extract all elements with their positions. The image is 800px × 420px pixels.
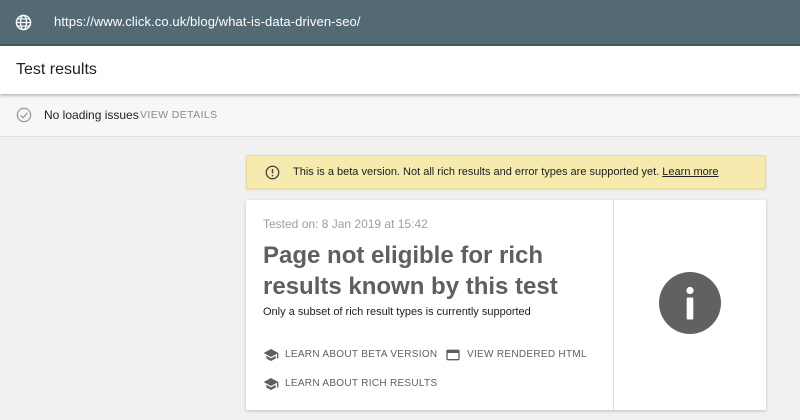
- check-circle-icon: [16, 107, 32, 123]
- page-title: Test results: [16, 61, 97, 78]
- learn-more-link[interactable]: Learn more: [662, 166, 718, 178]
- warning-icon: [265, 165, 280, 180]
- globe-icon: [15, 14, 32, 31]
- result-headline: Page not eligible for rich results known…: [263, 242, 558, 300]
- view-rendered-html-label: VIEW RENDERED HTML: [467, 349, 587, 360]
- learn-rich-results-label: LEARN ABOUT RICH RESULTS: [285, 378, 438, 389]
- browser-icon: [446, 349, 460, 361]
- url-text[interactable]: https://www.click.co.uk/blog/what-is-dat…: [54, 14, 361, 29]
- url-bar: https://www.click.co.uk/blog/what-is-dat…: [0, 0, 800, 46]
- card-divider: [613, 200, 614, 410]
- result-card: Tested on: 8 Jan 2019 at 15:42 Page not …: [246, 200, 766, 410]
- results-header: Test results: [0, 46, 800, 94]
- loading-status-text: No loading issues: [44, 108, 139, 122]
- tested-on-date: Tested on: 8 Jan 2019 at 15:42: [263, 217, 428, 231]
- view-details-button[interactable]: VIEW DETAILS: [140, 109, 218, 121]
- beta-message: This is a beta version. Not all rich res…: [293, 166, 719, 178]
- loading-status-bar: No loading issues VIEW DETAILS: [0, 96, 800, 137]
- learn-beta-version-label: LEARN ABOUT BETA VERSION: [285, 349, 438, 360]
- school-icon: [263, 349, 279, 361]
- info-icon: [659, 272, 721, 334]
- learn-rich-results-button[interactable]: LEARN ABOUT RICH RESULTS: [263, 376, 437, 392]
- beta-banner: This is a beta version. Not all rich res…: [246, 155, 766, 189]
- result-subtext: Only a subset of rich result types is cu…: [263, 306, 531, 318]
- school-icon: [263, 378, 279, 390]
- view-rendered-html-button[interactable]: VIEW RENDERED HTML: [445, 347, 587, 363]
- learn-beta-version-button[interactable]: LEARN ABOUT BETA VERSION: [263, 347, 437, 363]
- beta-message-text: This is a beta version. Not all rich res…: [293, 166, 660, 178]
